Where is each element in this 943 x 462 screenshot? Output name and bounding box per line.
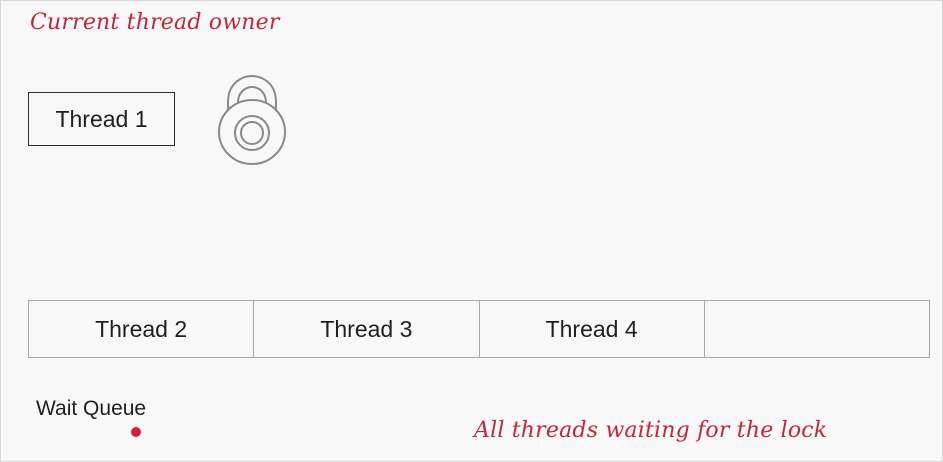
padlock-icon xyxy=(218,74,286,165)
owner-thread-box: Thread 1 xyxy=(28,92,175,146)
waiting-threads-caption: All threads waiting for the lock xyxy=(474,418,828,443)
queue-slot: Thread 3 xyxy=(254,301,480,357)
pointer-dot xyxy=(131,427,141,437)
wait-queue: Thread 2 Thread 3 Thread 4 xyxy=(28,300,930,358)
queue-slot: Thread 4 xyxy=(480,301,705,357)
queue-slot-empty xyxy=(705,301,929,357)
diagram-frame xyxy=(0,0,943,462)
queue-slot: Thread 2 xyxy=(29,301,255,357)
current-owner-caption: Current thread owner xyxy=(30,10,280,35)
wait-queue-label: Wait Queue xyxy=(36,397,147,420)
owner-thread-label: Thread 1 xyxy=(55,105,148,132)
